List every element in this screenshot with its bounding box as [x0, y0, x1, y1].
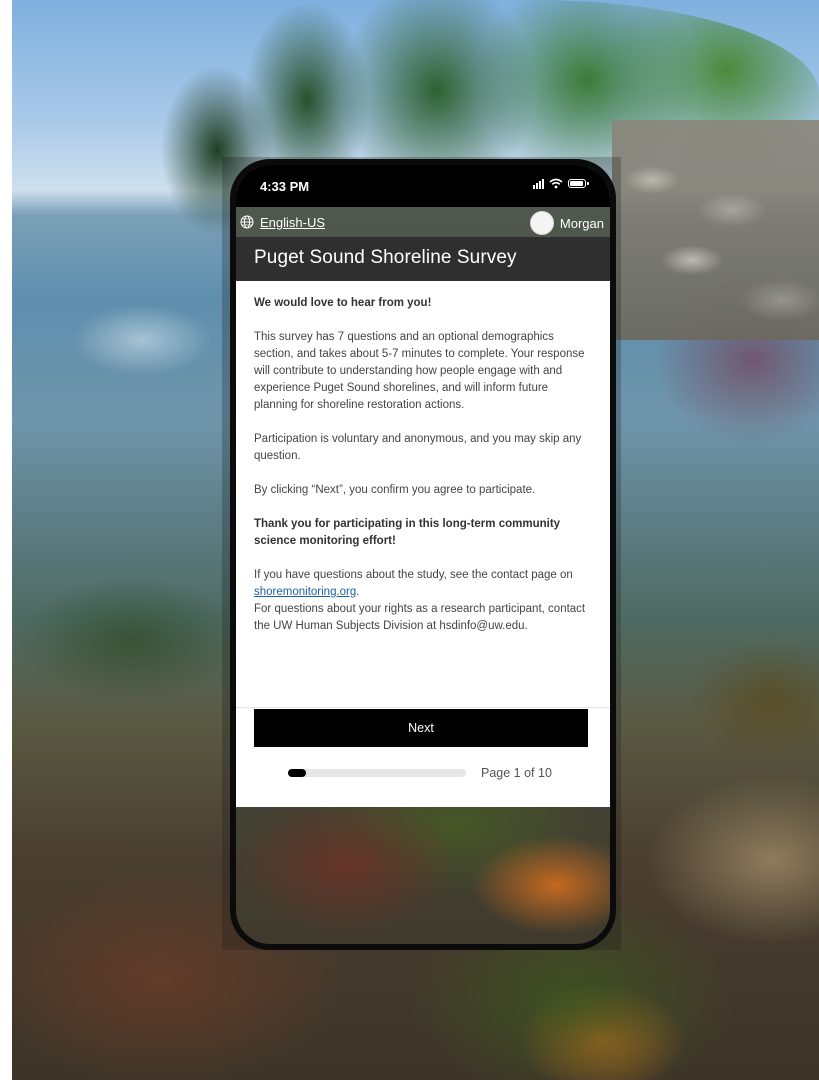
status-icons	[533, 178, 589, 189]
page-indicator: Page 1 of 10	[481, 766, 552, 780]
progress-area: Page 1 of 10	[288, 766, 588, 780]
intro-paragraph-duration: This survey has 7 questions and an optio…	[254, 331, 585, 411]
globe-icon	[240, 215, 254, 229]
next-button[interactable]: Next	[254, 709, 588, 747]
thanks-text: Thank you for participating in this long…	[254, 518, 561, 547]
intro-heading: We would love to hear from you!	[254, 297, 432, 309]
background-rocks	[612, 120, 819, 340]
rights-paragraph: For questions about your rights as a res…	[254, 603, 586, 632]
user-menu[interactable]: Morgan	[529, 211, 604, 235]
user-name: Morgan	[559, 215, 604, 231]
contact-prefix: If you have questions about the study, s…	[254, 569, 573, 581]
language-selector-link[interactable]: English-US	[260, 215, 325, 230]
wifi-icon	[549, 178, 563, 189]
signal-icon	[533, 178, 544, 189]
survey-title: Puget Sound Shoreline Survey	[254, 247, 517, 268]
phone-mockup: 4:33 PM English-US Morgan Puget Sound Sh…	[222, 157, 621, 950]
survey-card: We would love to hear from you! This sur…	[236, 281, 610, 807]
intro-paragraph-voluntary: Participation is voluntary and anonymous…	[254, 433, 582, 462]
phone-frame: 4:33 PM English-US Morgan Puget Sound Sh…	[230, 159, 616, 950]
background-water-glint	[42, 280, 242, 410]
shoremonitoring-link[interactable]: shoremonitoring.org	[254, 586, 356, 598]
survey-header: Puget Sound Shoreline Survey	[236, 237, 610, 281]
intro-paragraph-consent: By clicking “Next”, you confirm you agre…	[254, 484, 536, 496]
progress-bar	[288, 769, 466, 777]
avatar	[529, 211, 554, 235]
contact-suffix: .	[356, 586, 360, 598]
language-bar: English-US Morgan	[236, 207, 610, 237]
contact-paragraph: If you have questions about the study, s…	[254, 567, 589, 601]
survey-intro-content: We would love to hear from you! This sur…	[254, 295, 589, 652]
status-bar: 4:33 PM	[236, 165, 610, 207]
progress-bar-fill	[288, 769, 306, 777]
status-time: 4:33 PM	[260, 179, 310, 194]
card-divider	[236, 707, 610, 708]
battery-icon	[568, 179, 589, 188]
